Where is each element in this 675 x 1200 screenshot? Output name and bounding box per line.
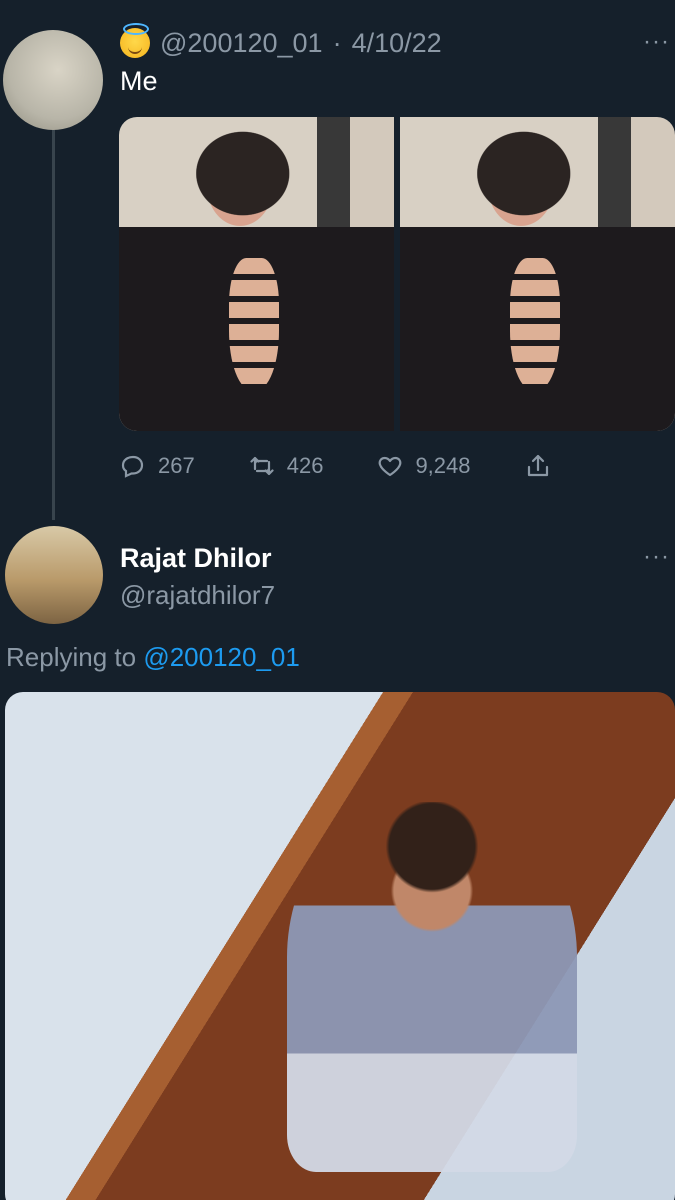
emoji-icon bbox=[120, 23, 150, 58]
retweet-icon bbox=[250, 456, 274, 476]
replying-to-label: Replying to bbox=[6, 642, 137, 672]
share-button[interactable] bbox=[525, 453, 551, 479]
tweet-text: Me bbox=[120, 66, 158, 96]
retweet-button[interactable]: 426 bbox=[249, 453, 324, 479]
author-avatar[interactable] bbox=[3, 30, 103, 130]
author-handle[interactable]: @200120_01 bbox=[160, 28, 323, 59]
tweet-photo-1[interactable] bbox=[119, 117, 394, 431]
tweet-media-grid[interactable] bbox=[119, 117, 675, 431]
heart-icon bbox=[379, 456, 402, 477]
replying-to-line: Replying to @200120_01 bbox=[6, 642, 300, 673]
more-options-icon[interactable]: ··· bbox=[643, 28, 670, 56]
meta-separator: · bbox=[332, 27, 342, 58]
retweet-count: 426 bbox=[286, 453, 324, 478]
tweet-header: @200120_01 · 4/10/22 bbox=[120, 23, 442, 60]
tweet-actions: 267 426 9,248 bbox=[120, 450, 551, 482]
reply-author-avatar[interactable] bbox=[5, 526, 103, 624]
reply-icon bbox=[121, 455, 144, 478]
reply-more-options-icon[interactable]: ··· bbox=[643, 543, 670, 571]
thread-line bbox=[52, 128, 55, 520]
like-count: 9,248 bbox=[415, 453, 471, 478]
like-button[interactable]: 9,248 bbox=[377, 453, 471, 479]
reply-author-handle[interactable]: @rajatdhilor7 bbox=[120, 580, 275, 611]
share-icon bbox=[527, 454, 548, 477]
tweet-thread-screen: @200120_01 · 4/10/22 ··· Me 267 426 9,24… bbox=[0, 0, 675, 1200]
reply-author-name[interactable]: Rajat Dhilor bbox=[120, 543, 272, 574]
reply-count: 267 bbox=[158, 453, 195, 478]
reply-photo[interactable] bbox=[5, 692, 675, 1200]
replying-to-mention[interactable]: @200120_01 bbox=[143, 642, 300, 672]
tweet-photo-2[interactable] bbox=[400, 117, 675, 431]
reply-button[interactable]: 267 bbox=[120, 453, 195, 479]
tweet-date[interactable]: 4/10/22 bbox=[352, 28, 442, 59]
